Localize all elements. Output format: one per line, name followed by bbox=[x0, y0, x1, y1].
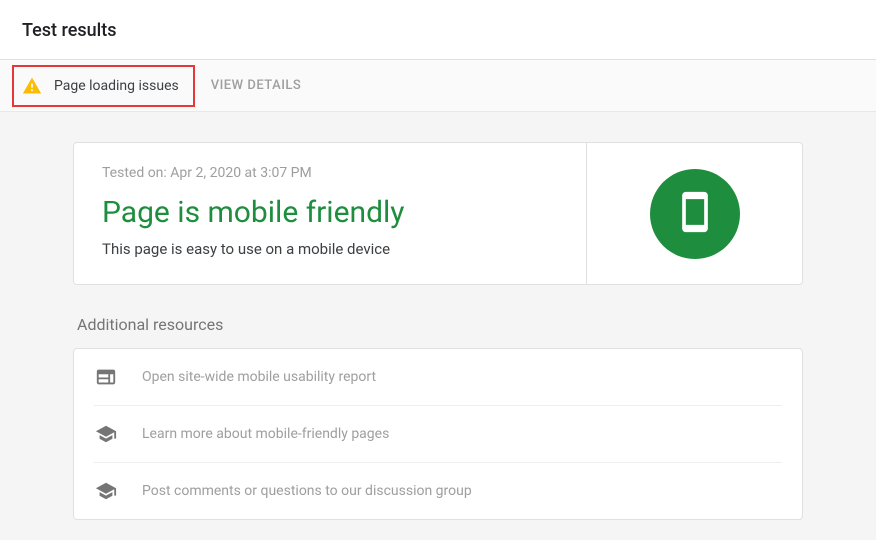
tested-on-text: Tested on: Apr 2, 2020 at 3:07 PM bbox=[102, 165, 558, 181]
resources-card: Open site-wide mobile usability report L… bbox=[73, 348, 803, 520]
result-text-block: Tested on: Apr 2, 2020 at 3:07 PM Page i… bbox=[74, 143, 587, 284]
result-card: Tested on: Apr 2, 2020 at 3:07 PM Page i… bbox=[73, 142, 803, 285]
verdict-subtext: This page is easy to use on a mobile dev… bbox=[102, 240, 558, 258]
issues-label: Page loading issues bbox=[54, 78, 179, 94]
resource-label: Open site-wide mobile usability report bbox=[142, 369, 376, 385]
page-header: Test results bbox=[0, 0, 876, 60]
warning-icon bbox=[22, 76, 42, 96]
resources-heading: Additional resources bbox=[73, 315, 803, 334]
smartphone-icon bbox=[673, 190, 717, 238]
result-icon-block bbox=[587, 143, 802, 284]
school-icon bbox=[94, 422, 118, 446]
view-details-link[interactable]: VIEW DETAILS bbox=[211, 78, 302, 93]
resource-item-learn-more[interactable]: Learn more about mobile-friendly pages bbox=[94, 406, 782, 463]
verdict-title: Page is mobile friendly bbox=[102, 195, 558, 230]
web-icon bbox=[94, 365, 118, 389]
resource-item-discussion-group[interactable]: Post comments or questions to our discus… bbox=[94, 463, 782, 519]
resource-item-usability-report[interactable]: Open site-wide mobile usability report bbox=[94, 349, 782, 406]
school-icon bbox=[94, 479, 118, 503]
resource-label: Learn more about mobile-friendly pages bbox=[142, 426, 389, 442]
additional-resources: Additional resources Open site-wide mobi… bbox=[73, 315, 803, 520]
page-title: Test results bbox=[22, 20, 854, 41]
resource-label: Post comments or questions to our discus… bbox=[142, 483, 472, 499]
content-area: Tested on: Apr 2, 2020 at 3:07 PM Page i… bbox=[0, 112, 876, 540]
phone-badge bbox=[650, 169, 740, 259]
page-loading-issues-highlight[interactable]: Page loading issues bbox=[12, 65, 195, 107]
issues-bar: Page loading issues VIEW DETAILS bbox=[0, 60, 876, 112]
